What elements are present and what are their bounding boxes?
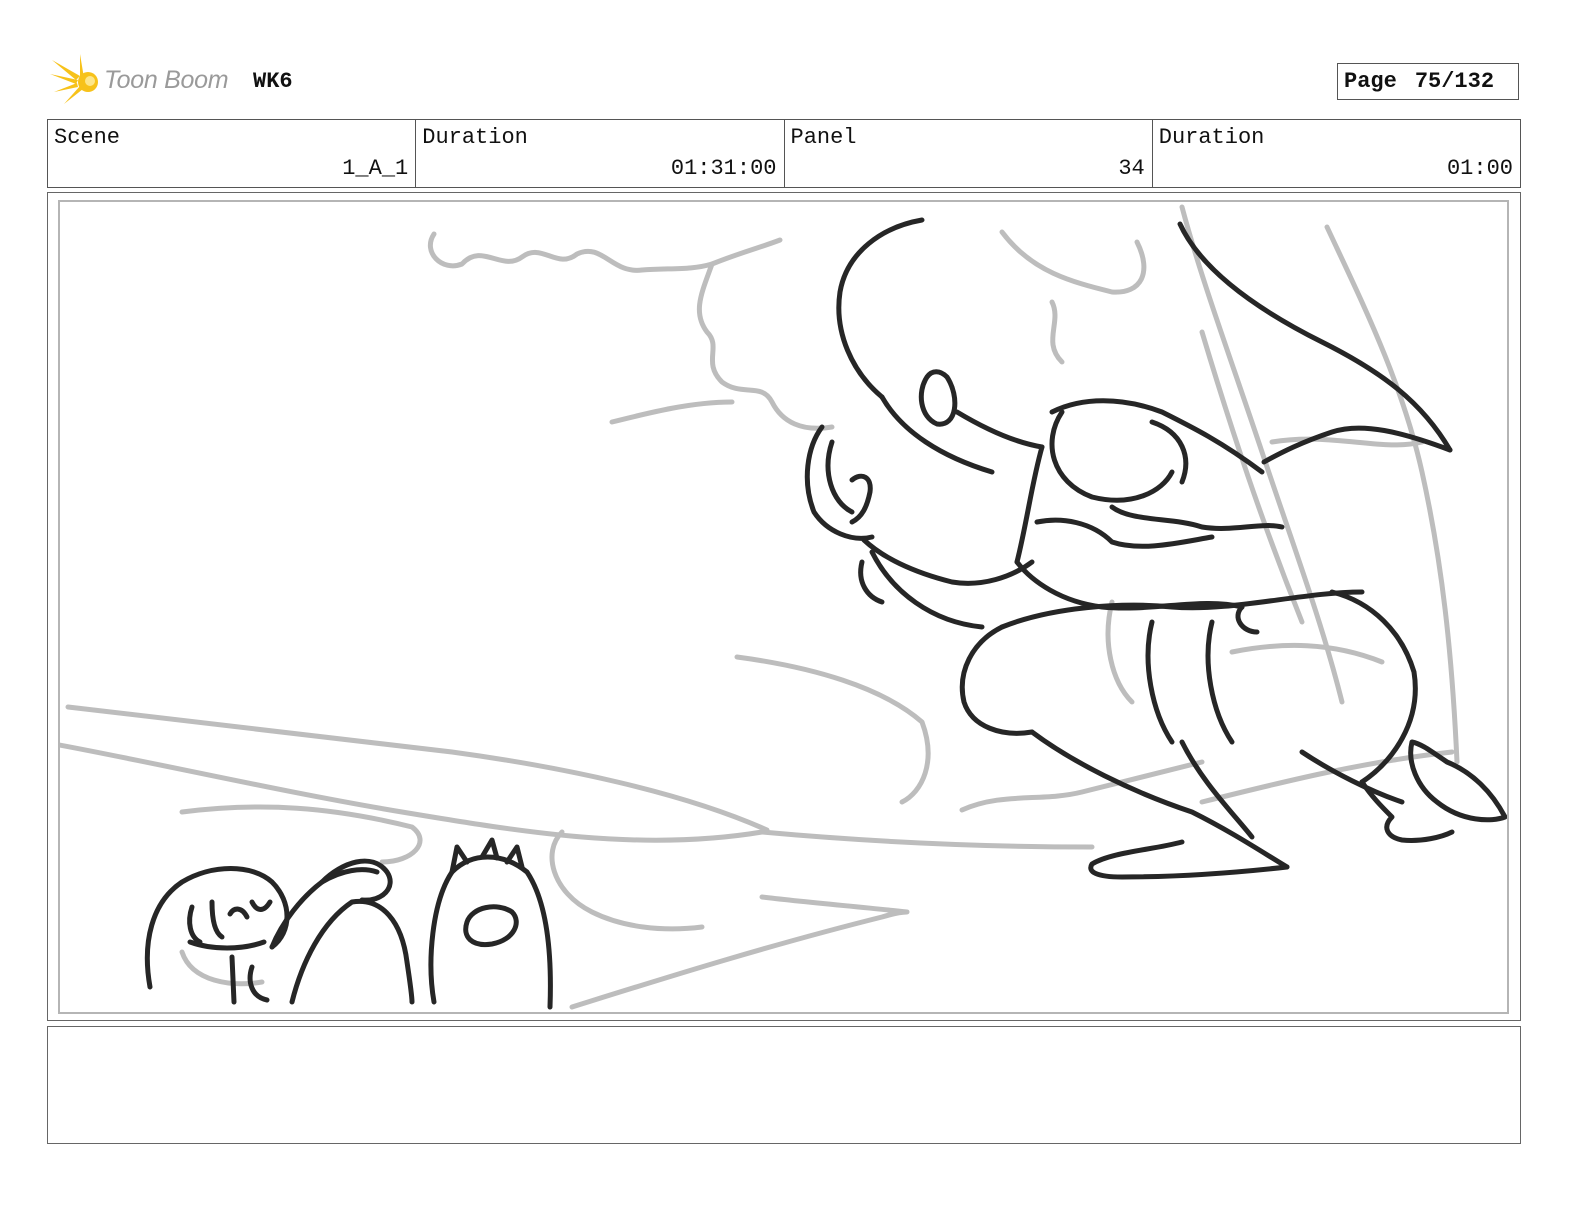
- scene-duration-value: 01:31:00: [670, 156, 777, 181]
- panel-value: 34: [1118, 156, 1145, 181]
- panel-duration-label: Duration: [1158, 125, 1265, 150]
- page-indicator: Page 75/132: [1337, 63, 1519, 100]
- panel-duration-cell: Duration 01:00: [1153, 120, 1520, 187]
- scene-cell: Scene 1_A_1: [48, 120, 417, 187]
- logo-text: Toon Boom: [104, 66, 229, 94]
- scene-value: 1_A_1: [342, 156, 409, 181]
- panel-cell: Panel 34: [785, 120, 1153, 187]
- scene-duration-label: Duration: [422, 125, 528, 150]
- storyboard-panel: [58, 200, 1509, 1014]
- panel-duration-value: 01:00: [1446, 156, 1513, 181]
- toon-boom-logo-icon: [50, 54, 98, 104]
- page-number: 75/132: [1414, 69, 1495, 94]
- panel-label: Panel: [790, 125, 857, 150]
- storyboard-sketch-icon: [60, 204, 1507, 1010]
- scene-label: Scene: [54, 125, 121, 150]
- page-label: Page: [1344, 69, 1397, 94]
- project-name: WK6: [253, 69, 293, 94]
- scene-info-table: Scene 1_A_1 Duration 01:31:00 Panel 34 D…: [47, 119, 1521, 188]
- scene-duration-cell: Duration 01:31:00: [416, 120, 785, 187]
- panel-notes: [47, 1026, 1521, 1144]
